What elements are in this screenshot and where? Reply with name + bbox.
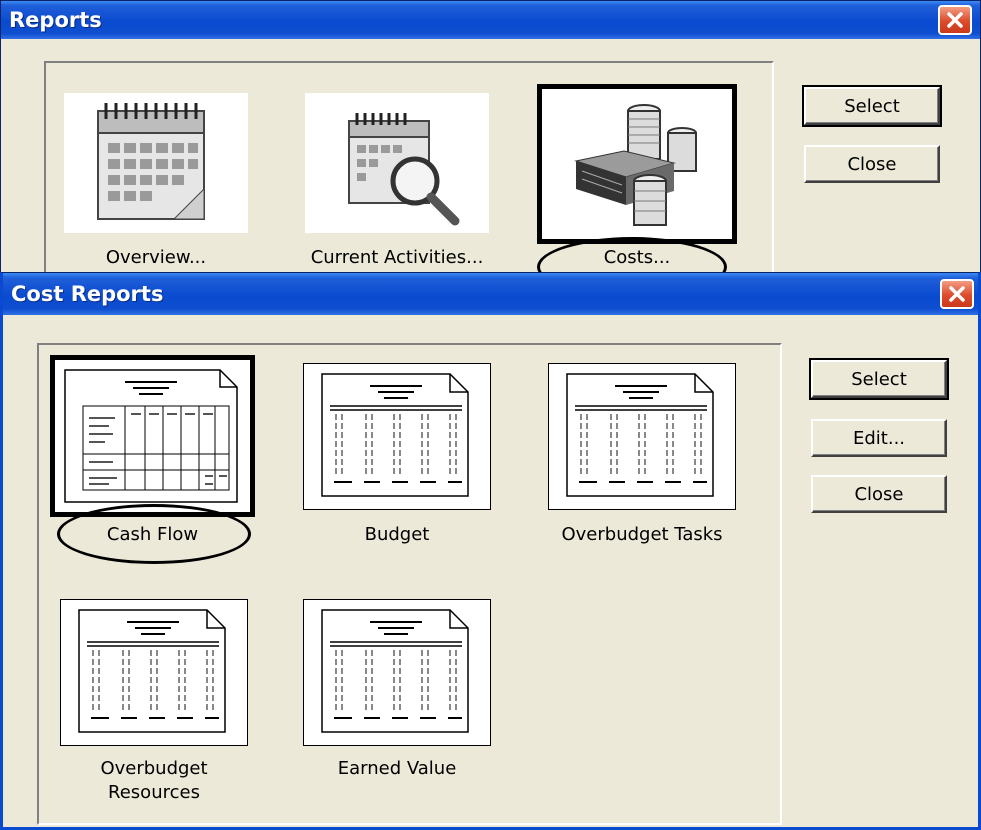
cash-flow-report-tile[interactable] xyxy=(50,355,255,517)
current-activities-label: Current Activities... xyxy=(310,247,484,268)
reports-dialog: Reports Overview... Current Activities..… xyxy=(0,0,981,297)
reports-title: Reports xyxy=(9,8,102,32)
overview-report-tile[interactable] xyxy=(64,93,248,233)
cost-reports-titlebar[interactable]: Cost Reports xyxy=(3,273,978,315)
cost-reports-select-button[interactable]: Select xyxy=(809,358,949,400)
cost-reports-title: Cost Reports xyxy=(11,282,164,306)
earned-value-report-tile[interactable] xyxy=(303,599,491,746)
cost-reports-close-button[interactable]: Close xyxy=(811,475,947,513)
overbudget-resources-report-icon xyxy=(78,609,226,733)
cost-reports-close-label: Close xyxy=(854,483,904,505)
cost-reports-edit-label: Edit... xyxy=(852,427,906,449)
overbudget-resources-label-line2: Resources xyxy=(108,782,200,803)
budget-report-icon xyxy=(321,373,469,497)
earned-value-report-icon xyxy=(321,609,469,733)
cost-reports-close-icon[interactable] xyxy=(940,279,974,309)
costs-report-tile[interactable] xyxy=(537,84,737,244)
overbudget-resources-label-line1: Overbudget xyxy=(100,758,208,779)
reports-titlebar[interactable]: Reports xyxy=(1,1,980,39)
cash-flow-report-icon xyxy=(64,369,238,503)
cost-reports-dialog: Cost Reports Cash Flow Budget Overbudget… xyxy=(0,272,981,830)
overbudget-tasks-report-icon xyxy=(566,373,714,497)
current-activities-report-tile[interactable] xyxy=(305,93,489,233)
costs-label: Costs... xyxy=(603,247,671,268)
reports-select-button[interactable]: Select xyxy=(802,85,942,127)
reports-close-label: Close xyxy=(847,153,897,175)
budget-label: Budget xyxy=(364,524,430,545)
reports-close-button[interactable]: Close xyxy=(804,145,940,183)
cash-flow-label: Cash Flow xyxy=(106,524,199,545)
overbudget-resources-report-tile[interactable] xyxy=(60,599,248,746)
cost-reports-select-label: Select xyxy=(851,368,907,390)
overbudget-tasks-label: Overbudget Tasks xyxy=(561,524,723,545)
budget-report-tile[interactable] xyxy=(303,363,491,510)
coins-stack-icon xyxy=(574,104,697,226)
reports-select-label: Select xyxy=(844,95,900,117)
cost-reports-edit-button[interactable]: Edit... xyxy=(811,419,947,457)
overbudget-resources-label: Overbudget Resources xyxy=(60,757,248,805)
overview-label: Overview... xyxy=(105,247,207,268)
reports-close-icon[interactable] xyxy=(938,5,972,35)
calendar-icon xyxy=(97,103,205,220)
overbudget-tasks-report-tile[interactable] xyxy=(548,363,736,510)
calendar-magnifier-icon xyxy=(348,113,460,226)
earned-value-label: Earned Value xyxy=(337,758,457,779)
